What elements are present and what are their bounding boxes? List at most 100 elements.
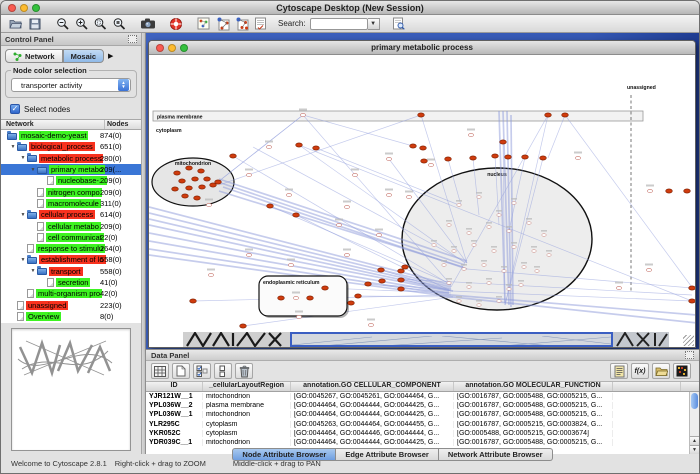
graph-node[interactable]: [376, 233, 381, 236]
graph-node-selected-red[interactable]: [398, 269, 405, 273]
graph-node[interactable]: [535, 270, 539, 273]
graph-node[interactable]: [432, 244, 436, 247]
attribute-list-icon[interactable]: [610, 363, 628, 379]
column-header[interactable]: annotation.GO MOLECULAR_FUNCTION: [454, 382, 613, 391]
formula-fx-icon[interactable]: f(x): [631, 363, 649, 379]
graph-node[interactable]: [206, 203, 211, 206]
new-attribute-icon[interactable]: [172, 363, 190, 379]
graph-node-selected-red[interactable]: [278, 296, 285, 300]
help-lifering-icon[interactable]: [166, 16, 185, 32]
birdseye-view[interactable]: [11, 328, 131, 451]
create-view-from-selection-icon[interactable]: [232, 16, 251, 32]
minimize-button[interactable]: [20, 4, 28, 12]
graph-node[interactable]: [497, 214, 501, 217]
search-dropdown-icon[interactable]: ▼: [368, 18, 380, 30]
graph-node[interactable]: [487, 226, 491, 229]
graph-node-selected-red[interactable]: [293, 213, 300, 217]
graph-node[interactable]: [286, 193, 291, 196]
graph-node[interactable]: [447, 224, 451, 227]
graph-node[interactable]: [462, 268, 466, 271]
snapshot-camera-icon[interactable]: [138, 16, 157, 32]
graph-node-selected-red[interactable]: [204, 177, 211, 181]
graph-node-selected-red[interactable]: [378, 268, 385, 272]
network-window-titlebar[interactable]: primary metabolic process: [149, 41, 695, 55]
graph-node[interactable]: [428, 163, 433, 166]
tab-network[interactable]: Network: [5, 49, 63, 63]
graph-node[interactable]: [542, 234, 546, 237]
save-icon[interactable]: [25, 16, 44, 32]
graph-node[interactable]: [288, 263, 293, 266]
import-folder-icon[interactable]: [652, 363, 670, 379]
select-attributes-grid-icon[interactable]: [151, 363, 169, 379]
tab-overflow-icon[interactable]: ▶: [108, 52, 113, 60]
tree-row[interactable]: cellular metabo209(0): [1, 220, 141, 231]
scroll-down-icon[interactable]: ▼: [690, 445, 699, 454]
close-button[interactable]: [8, 4, 16, 12]
graph-node[interactable]: [547, 254, 551, 257]
unselect-attributes-icon[interactable]: [214, 363, 232, 379]
graph-node-selected-red[interactable]: [445, 157, 452, 161]
float-panel-icon[interactable]: [128, 35, 137, 43]
zoom-out-icon[interactable]: [53, 16, 72, 32]
graph-node-selected-red[interactable]: [174, 171, 181, 175]
tree-row[interactable]: mosaic-demo-yeast874(0): [1, 130, 141, 141]
graph-node[interactable]: [487, 282, 491, 285]
graph-node[interactable]: [352, 173, 357, 176]
graph-node[interactable]: [497, 300, 501, 303]
node-color-dropdown[interactable]: transporter activity ▲▼: [11, 78, 131, 92]
tree-row[interactable]: macromolecule311(0): [1, 198, 141, 209]
delete-attribute-trash-icon[interactable]: [235, 363, 253, 379]
create-network-from-selection-icon[interactable]: [213, 16, 232, 32]
select-attributes-check-icon[interactable]: [193, 363, 211, 379]
graph-node-selected-red[interactable]: [182, 194, 189, 198]
graph-node[interactable]: [482, 264, 486, 267]
column-header[interactable]: ID: [146, 382, 203, 391]
network-canvas[interactable]: plasma membrane cytoplasm mitochondrion …: [149, 55, 695, 347]
graph-node[interactable]: [246, 253, 251, 256]
zoom-button[interactable]: [32, 4, 40, 12]
open-file-icon[interactable]: [6, 16, 25, 32]
graph-node-selected-red[interactable]: [379, 279, 386, 283]
tree-expander-icon[interactable]: ▼: [29, 268, 37, 274]
graph-node-selected-red[interactable]: [540, 156, 547, 160]
graph-node-selected-red[interactable]: [313, 146, 320, 150]
graph-node-selected-red[interactable]: [192, 177, 199, 181]
graph-node[interactable]: [492, 250, 496, 253]
graph-node[interactable]: [616, 286, 621, 289]
graph-node[interactable]: [457, 300, 461, 303]
graph-node[interactable]: [646, 268, 651, 271]
graph-node-selected-red[interactable]: [365, 282, 372, 286]
table-row[interactable]: YPL036W__1mitochondrion[GO:0044464, GO:0…: [146, 410, 699, 419]
graph-node[interactable]: [512, 246, 516, 249]
advanced-search-icon[interactable]: [389, 16, 408, 32]
graph-node-selected-red[interactable]: [307, 296, 314, 300]
graph-node[interactable]: [472, 244, 476, 247]
graph-node-selected-red[interactable]: [545, 113, 552, 117]
graph-node-selected-red[interactable]: [199, 185, 206, 189]
graph-node[interactable]: [447, 282, 451, 285]
tree-row[interactable]: ▼metabolic process280(0): [1, 153, 141, 164]
graph-node-selected-red[interactable]: [666, 189, 673, 193]
graph-node[interactable]: [368, 323, 373, 326]
graph-node[interactable]: [507, 230, 511, 233]
zoom-fit-icon[interactable]: [110, 16, 129, 32]
graph-node-selected-red[interactable]: [172, 187, 179, 191]
graph-node[interactable]: [575, 156, 580, 159]
graph-node[interactable]: [406, 195, 411, 198]
table-row[interactable]: YLR295Ccytoplasm[GO:0045263, GO:0044464,…: [146, 420, 699, 429]
table-scrollbar[interactable]: ▲ ▼: [689, 392, 699, 454]
graph-node[interactable]: [527, 222, 531, 225]
graph-node[interactable]: [386, 193, 391, 196]
table-row[interactable]: YDR039C__1mitochondrion[GO:0044464, GO:0…: [146, 438, 699, 447]
graph-node[interactable]: [386, 157, 391, 160]
graph-node-selected-red[interactable]: [689, 299, 695, 303]
attribute-matrix-icon[interactable]: [673, 363, 691, 379]
tab-node-attribute-browser[interactable]: Node Attribute Browser: [232, 448, 336, 461]
graph-node-selected-red[interactable]: [348, 301, 355, 305]
graph-node[interactable]: [468, 133, 473, 136]
graph-node[interactable]: [522, 266, 526, 269]
graph-node-selected-red[interactable]: [186, 186, 193, 190]
graph-node[interactable]: [246, 173, 251, 176]
graph-node-selected-red[interactable]: [230, 154, 237, 158]
graph-node-selected-red[interactable]: [296, 143, 303, 147]
